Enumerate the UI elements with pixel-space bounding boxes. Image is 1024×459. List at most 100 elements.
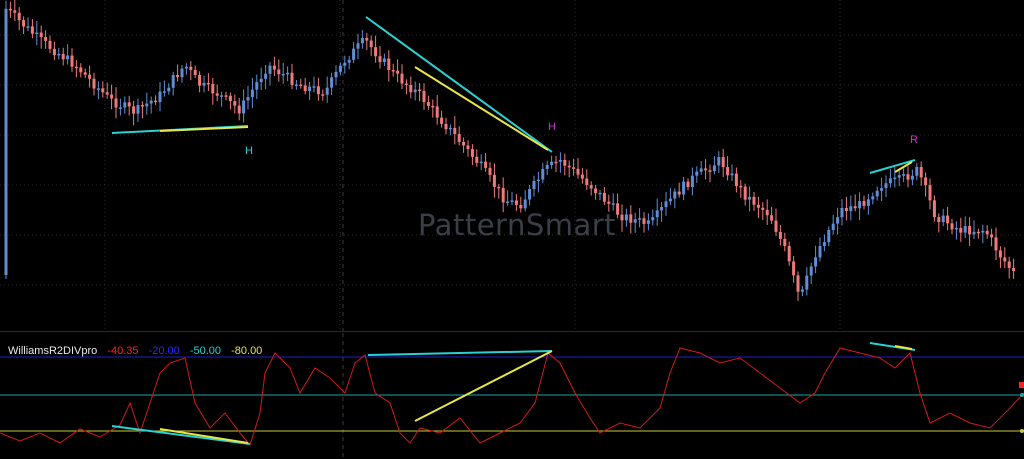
candle-body — [558, 159, 562, 162]
candle-body — [479, 161, 483, 164]
candle-body — [748, 196, 752, 200]
candle-body — [220, 95, 224, 97]
candle-body — [264, 73, 268, 79]
candle-body — [937, 217, 941, 223]
candle-body — [374, 47, 378, 57]
pattern-label: H — [548, 121, 556, 133]
candle-body — [470, 149, 474, 157]
candle-body — [475, 156, 479, 163]
candle-body — [660, 207, 664, 211]
candle-body — [554, 161, 558, 164]
candle-body — [466, 145, 470, 150]
candle-body — [83, 72, 87, 75]
candle-body — [541, 168, 545, 180]
candle-body — [699, 168, 703, 172]
candle-body — [352, 48, 356, 60]
candle-body — [761, 207, 765, 210]
candle-body — [928, 185, 932, 201]
candle-body — [224, 95, 228, 97]
candle-body — [299, 84, 303, 87]
candle-body — [17, 12, 21, 21]
candle-body — [941, 215, 945, 223]
candle-body — [849, 206, 853, 211]
candle-body — [787, 246, 791, 262]
level-marker — [1020, 393, 1024, 397]
divergence-line — [414, 66, 549, 151]
candle-body — [492, 174, 496, 187]
candle-body — [286, 72, 290, 75]
candle-body — [743, 186, 747, 200]
candle-body — [158, 91, 162, 102]
candle-body — [369, 40, 373, 48]
candle-body — [154, 100, 158, 103]
candle-body — [576, 168, 580, 175]
candle-body — [140, 105, 144, 107]
candle-body — [418, 89, 422, 92]
candle-body — [48, 40, 52, 49]
candle-body — [805, 275, 809, 290]
candle-body — [61, 53, 65, 60]
candle-body — [198, 74, 202, 86]
candle-body — [756, 204, 760, 208]
candle-body — [677, 191, 681, 195]
candle-body — [281, 73, 285, 76]
candle-body — [550, 161, 554, 165]
candle-body — [646, 220, 650, 224]
candle-body — [321, 94, 325, 96]
candle-body — [611, 203, 615, 205]
candle-body — [228, 95, 232, 102]
candle-body — [506, 201, 510, 204]
candle-body — [39, 32, 43, 38]
candle-body — [690, 175, 694, 187]
candle-body — [796, 275, 800, 292]
candle-body — [875, 190, 879, 197]
candle-body — [981, 230, 985, 233]
candle-body — [167, 87, 171, 92]
candle-body — [409, 84, 413, 93]
indicator-value-high: -20.00 — [148, 345, 180, 357]
candle-body — [730, 173, 734, 176]
candle-body — [250, 89, 254, 98]
candle-body — [35, 32, 39, 35]
candle-body — [255, 82, 259, 90]
candle-body — [215, 93, 219, 96]
candle-body — [79, 67, 83, 73]
watermark: PatternSmart — [418, 208, 617, 242]
candle-body — [52, 48, 56, 56]
candle-body — [585, 178, 589, 186]
candle-body — [972, 231, 976, 235]
candle-body — [651, 217, 655, 221]
candle-body — [1012, 267, 1016, 272]
pane-separator[interactable] — [0, 331, 1024, 332]
candle-body — [387, 58, 391, 71]
price-chart: H H R — [0, 0, 1024, 332]
candle-body — [906, 174, 910, 180]
candle-body — [629, 214, 633, 223]
candle-body — [233, 101, 237, 106]
candle-body — [110, 94, 114, 99]
candle-body — [668, 198, 672, 202]
candle-body — [22, 20, 26, 27]
candle-body — [871, 196, 875, 200]
candle-body — [594, 188, 598, 194]
candle-body — [114, 98, 118, 108]
current-value-marker — [1019, 382, 1024, 388]
candle-body — [897, 175, 901, 178]
candle-body — [734, 173, 738, 186]
candle-body — [189, 66, 193, 71]
candle-body — [330, 77, 334, 88]
candle-body — [136, 105, 140, 114]
candle-body — [400, 73, 404, 84]
candle-body — [827, 229, 831, 243]
indicator-divergence-line — [414, 350, 553, 422]
candle-body — [840, 208, 844, 218]
candle-body — [959, 227, 963, 233]
candle-body — [580, 174, 584, 179]
candle-body — [536, 179, 540, 182]
candle-body — [171, 74, 175, 88]
candle-body — [902, 174, 906, 176]
candle-body — [620, 214, 624, 221]
candle-body — [726, 167, 730, 176]
candle-body — [770, 215, 774, 221]
candle-body — [822, 242, 826, 247]
